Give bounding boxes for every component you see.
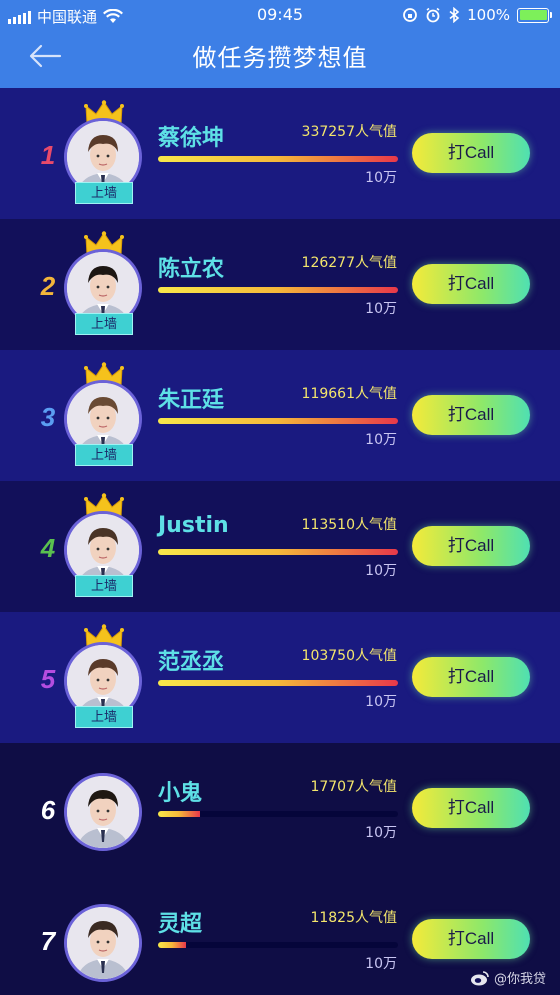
popularity-unit: 人气值 [355,910,397,926]
goal-label: 10万 [365,825,397,841]
progress-bar [158,418,398,424]
rank-number: 3 [40,402,56,432]
popularity-value: 126277人气值 [302,252,397,272]
progress-fill [158,811,201,817]
rank-number: 5 [40,664,56,694]
bluetooth-icon [449,7,460,23]
contestant-name: 小鬼 [158,781,203,806]
popularity-unit: 人气值 [355,648,397,664]
watermark: @你我贷 [470,968,546,987]
list-item: 6 小鬼 17707人气值 10万 打Call [0,743,560,874]
goal-label: 10万 [365,170,397,186]
popularity-unit: 人气值 [355,779,397,795]
contestant-name: 陈立农 [158,257,225,282]
avatar-wrap [64,904,142,982]
contestant-name: 蔡徐坤 [158,126,225,151]
rank-number: 7 [40,926,56,956]
popularity-number: 126277 [301,255,355,271]
contestant-name: Justin [158,513,229,538]
list-item: 5 上墙 范丞丞 103750人气值 10万 打Call [0,612,560,743]
popularity-number: 337257 [301,124,355,140]
popularity-number: 17707 [310,779,355,795]
watermark-text: @你我贷 [493,972,546,987]
page-title: 做任务攒梦想值 [192,44,368,72]
progress-fill [158,549,398,555]
progress-fill [158,680,398,686]
rank-number: 1 [40,140,56,170]
popularity-unit: 人气值 [355,255,397,271]
avatar [64,904,142,982]
goal-label: 10万 [365,956,397,972]
avatar-wrap: 上墙 [64,362,142,466]
call-button[interactable]: 打Call [412,526,530,566]
call-button[interactable]: 打Call [412,657,530,697]
avatar-wrap: 上墙 [64,493,142,597]
on-wall-badge: 上墙 [75,575,133,597]
popularity-number: 11825 [310,910,355,926]
rank-number: 6 [40,795,56,825]
avatar-wrap [64,773,142,851]
top-bar: 中国联通 09:45 100% 做任务攒梦想值 [0,0,560,88]
progress-fill [158,287,398,293]
popularity-value: 17707人气值 [310,776,397,796]
call-button[interactable]: 打Call [412,919,530,959]
contestant-name: 朱正廷 [158,388,225,413]
call-button[interactable]: 打Call [412,133,530,173]
list-item: 4 上墙 Justin 113510人气值 10万 打Call [0,481,560,612]
goal-label: 10万 [365,432,397,448]
rank-number: 4 [40,533,56,563]
popularity-value: 113510人气值 [302,514,397,534]
popularity-number: 113510 [301,517,355,533]
contestant-name: 范丞丞 [158,650,225,675]
goal-label: 10万 [365,301,397,317]
goal-label: 10万 [365,563,397,579]
progress-bar [158,942,398,948]
battery-percent: 100% [467,6,510,24]
popularity-number: 119661 [301,386,355,402]
goal-label: 10万 [365,694,397,710]
progress-fill [158,942,187,948]
progress-bar [158,156,398,162]
rank-number: 2 [40,271,56,301]
call-button[interactable]: 打Call [412,264,530,304]
popularity-value: 11825人气值 [310,907,397,927]
progress-bar [158,549,398,555]
progress-bar [158,811,398,817]
orientation-lock-icon [403,8,418,22]
popularity-unit: 人气值 [355,386,397,402]
on-wall-badge: 上墙 [75,444,133,466]
popularity-value: 103750人气值 [302,645,397,665]
list-item: 3 上墙 朱正廷 119661人气值 10万 打Call [0,350,560,481]
on-wall-badge: 上墙 [75,313,133,335]
on-wall-badge: 上墙 [75,182,133,204]
alarm-icon [426,7,440,23]
popularity-number: 103750 [301,648,355,664]
progress-bar [158,287,398,293]
popularity-value: 337257人气值 [302,121,397,141]
avatar-wrap: 上墙 [64,100,142,204]
avatar-wrap: 上墙 [64,231,142,335]
on-wall-badge: 上墙 [75,706,133,728]
battery-icon [517,7,552,23]
call-button[interactable]: 打Call [412,788,530,828]
contestant-name: 灵超 [158,912,203,937]
popularity-unit: 人气值 [355,124,397,140]
progress-bar [158,680,398,686]
list-item: 1 上墙 蔡徐坤 337257人气值 10万 打Call [0,88,560,219]
avatar [64,773,142,851]
avatar-wrap: 上墙 [64,624,142,728]
status-bar: 中国联通 09:45 100% [0,0,560,30]
progress-fill [158,418,398,424]
call-button[interactable]: 打Call [412,395,530,435]
list-item: 2 上墙 陈立农 126277人气值 10万 打Call [0,219,560,350]
popularity-unit: 人气值 [355,517,397,533]
popularity-value: 119661人气值 [302,383,397,403]
progress-fill [158,156,398,162]
weibo-icon [470,970,489,985]
